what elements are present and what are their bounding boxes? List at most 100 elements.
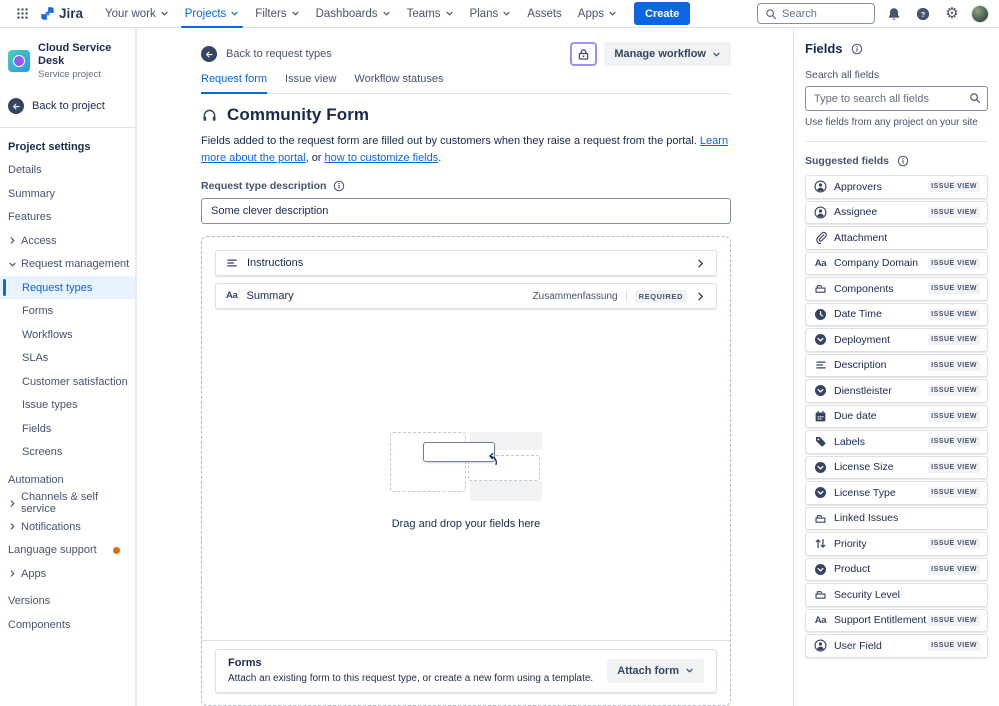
customize-fields-link[interactable]: how to customize fields (325, 152, 439, 164)
nav-item-your-work[interactable]: Your work (97, 0, 177, 28)
sidebar-item-features[interactable]: Features (0, 205, 135, 229)
suggested-field-due-date[interactable]: Due dateISSUE VIEW (805, 405, 988, 429)
manage-workflow-button[interactable]: Manage workflow (604, 42, 731, 66)
sidebar-item-workflows[interactable]: Workflows (0, 323, 135, 347)
sidebar-item-versions[interactable]: Versions (0, 589, 135, 613)
suggested-field-assignee[interactable]: AssigneeISSUE VIEW (805, 201, 988, 225)
suggested-field-support-entitlement-number[interactable]: AaSupport Entitlement NumberISSUE VIEW (805, 609, 988, 633)
nav-item-teams[interactable]: Teams (399, 0, 462, 28)
suggested-field-dienstleister[interactable]: DienstleisterISSUE VIEW (805, 379, 988, 403)
nav-item-assets[interactable]: Assets (519, 0, 570, 28)
gear-icon: ⚙ (945, 6, 958, 21)
tab-request-form[interactable]: Request form (201, 73, 267, 93)
sidebar-item-channels-self-service[interactable]: Channels & self service (0, 491, 135, 515)
suggested-field-label: Labels (834, 436, 865, 448)
issue-view-badge: ISSUE VIEW (928, 564, 980, 575)
app-switcher-button[interactable] (10, 2, 34, 26)
form-field-card-instructions[interactable]: Instructions (215, 250, 717, 276)
form-field-cards: Instructions AaSummaryZusammenfassungREQU… (215, 250, 717, 316)
suggested-field-description[interactable]: DescriptionISSUE VIEW (805, 354, 988, 378)
sidebar-item-label: Notifications (21, 521, 81, 533)
create-button[interactable]: Create (634, 2, 690, 25)
sidebar-item-details[interactable]: Details (0, 158, 135, 182)
notification-dot (113, 547, 120, 554)
restrict-button[interactable] (570, 42, 597, 66)
project-header[interactable]: Cloud Service Desk Service project (0, 40, 135, 90)
sidebar-item-language-support[interactable]: Language support (0, 538, 135, 562)
chevron-right-icon (8, 522, 17, 531)
sidebar-item-slas[interactable]: SLAs (0, 346, 135, 370)
back-to-project-link[interactable]: Back to project (0, 90, 135, 128)
nav-item-apps[interactable]: Apps (570, 0, 625, 28)
sidebar-item-summary[interactable]: Summary (0, 182, 135, 206)
forms-title: Forms (228, 657, 593, 669)
select-icon (814, 486, 827, 499)
help-button[interactable]: ? (913, 4, 933, 24)
sidebar-item-label: Components (8, 619, 70, 631)
form-fields-dropzone-container: Instructions AaSummaryZusammenfassungREQU… (201, 236, 731, 706)
sidebar-item-notifications[interactable]: Notifications (0, 515, 135, 539)
sidebar-item-screens[interactable]: Screens (0, 440, 135, 464)
sidebar-item-fields[interactable]: Fields (0, 417, 135, 441)
search-icon (765, 8, 777, 20)
description-text: . (438, 152, 441, 164)
sidebar-item-customer-satisfaction[interactable]: Customer satisfaction (0, 370, 135, 394)
form-field-card-summary[interactable]: AaSummaryZusammenfassungREQUIRED (215, 283, 717, 309)
suggested-field-product[interactable]: ProductISSUE VIEW (805, 558, 988, 582)
suggested-field-user-field[interactable]: User FieldISSUE VIEW (805, 634, 988, 658)
notifications-button[interactable] (884, 4, 904, 24)
user-avatar[interactable] (971, 5, 989, 23)
global-search[interactable] (757, 3, 875, 24)
tab-issue-view[interactable]: Issue view (285, 73, 336, 93)
nav-item-projects[interactable]: Projects (177, 0, 248, 28)
settings-button[interactable]: ⚙ (942, 4, 962, 24)
suggested-field-license-size[interactable]: License SizeISSUE VIEW (805, 456, 988, 480)
suggested-field-deployment[interactable]: DeploymentISSUE VIEW (805, 328, 988, 352)
sidebar-item-label: Issue types (22, 399, 78, 411)
suggested-field-label: Due date (834, 410, 877, 422)
attach-form-button[interactable]: Attach form (607, 659, 704, 683)
suggested-field-label: Attachment (834, 232, 887, 244)
jira-logo[interactable]: Jira (40, 6, 83, 21)
sidebar-item-request-types[interactable]: Request types (0, 276, 135, 300)
divider (626, 290, 627, 302)
tab-workflow-statuses[interactable]: Workflow statuses (354, 73, 443, 93)
nav-item-dashboards[interactable]: Dashboards (308, 0, 399, 28)
suggested-field-date-time[interactable]: Date TimeISSUE VIEW (805, 303, 988, 327)
sidebar-item-automation[interactable]: Automation (0, 468, 135, 492)
suggested-field-priority[interactable]: PriorityISSUE VIEW (805, 532, 988, 556)
suggested-field-label: User Field (834, 640, 882, 652)
suggested-fields-label: Suggested fields (805, 155, 889, 167)
forms-subtitle: Attach an existing form to this request … (228, 673, 593, 684)
nav-item-filters[interactable]: Filters (247, 0, 307, 28)
align-left-icon (815, 359, 827, 371)
bell-icon (887, 7, 901, 21)
search-fields-input[interactable] (805, 86, 988, 111)
sidebar-item-issue-types[interactable]: Issue types (0, 393, 135, 417)
global-search-input[interactable] (782, 8, 867, 20)
user-icon (814, 180, 827, 193)
sidebar-item-label: SLAs (22, 352, 48, 364)
sidebar-item-request-management[interactable]: Request management (0, 252, 135, 276)
select-icon (814, 384, 827, 397)
headset-icon (201, 107, 218, 124)
suggested-field-labels[interactable]: LabelsISSUE VIEW (805, 430, 988, 454)
request-type-description-label: Request type description (201, 180, 326, 192)
suggested-field-linked-issues[interactable]: Linked Issues (805, 507, 988, 531)
sidebar-item-forms[interactable]: Forms (0, 299, 135, 323)
sidebar-item-access[interactable]: Access (0, 229, 135, 253)
sidebar-item-label: Fields (22, 423, 51, 435)
sidebar-item-apps[interactable]: Apps (0, 562, 135, 586)
sidebar-item-components[interactable]: Components (0, 613, 135, 637)
forms-section: Forms Attach an existing form to this re… (215, 649, 717, 693)
request-type-description-input[interactable] (201, 198, 731, 224)
suggested-field-approvers[interactable]: ApproversISSUE VIEW (805, 175, 988, 199)
suggested-field-attachment[interactable]: Attachment (805, 226, 988, 250)
suggested-field-company-domain[interactable]: AaCompany DomainISSUE VIEW (805, 252, 988, 276)
description-text: Fields added to the request form are fil… (201, 135, 700, 147)
back-to-request-types-link[interactable]: Back to request types (201, 46, 332, 62)
suggested-field-security-level[interactable]: Security Level (805, 583, 988, 607)
nav-item-plans[interactable]: Plans (462, 0, 520, 28)
suggested-field-license-type[interactable]: License TypeISSUE VIEW (805, 481, 988, 505)
suggested-field-components[interactable]: ComponentsISSUE VIEW (805, 277, 988, 301)
